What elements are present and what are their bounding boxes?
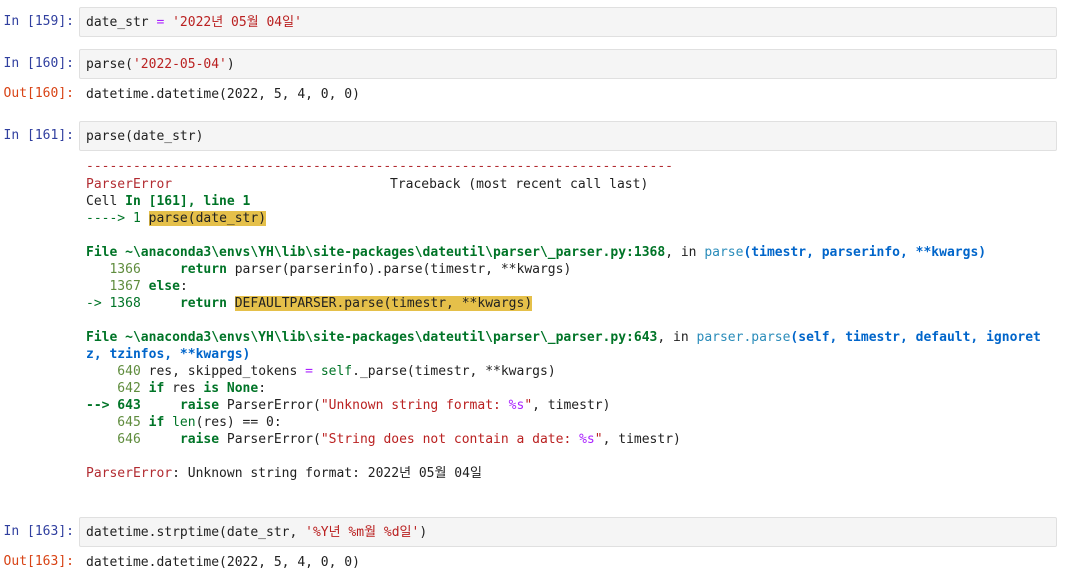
code-line-159: date_str = '2022년 05월 04일' (86, 15, 302, 30)
code-line-161: parse(date_str) (86, 129, 204, 144)
traceback-line-1367: 1367 else: (86, 279, 188, 294)
traceback-line-646: 646 raise ParserError("String does not c… (86, 432, 681, 447)
output-prompt-163: Out[163]: (3, 554, 74, 569)
traceback-frame2-args-wrap: z, tzinfos, **kwargs) (86, 347, 251, 362)
traceback-cell-ref: Cell In [161], line 1 (86, 194, 251, 209)
input-prompt-161: In [161]: (3, 128, 74, 143)
traceback-separator: ----------------------------------------… (86, 159, 673, 174)
output-160: datetime.datetime(2022, 5, 4, 0, 0) (86, 87, 360, 102)
input-prompt-160: In [160]: (3, 56, 74, 71)
output-prompt-160: Out[160]: (3, 86, 74, 101)
input-prompt-159: In [159]: (3, 14, 74, 29)
traceback-arrow-line: ----> 1 parse(date_str) (86, 211, 267, 226)
traceback-frame2: File ~\anaconda3\envs\YH\lib\site-packag… (86, 330, 1041, 345)
code-cell-161[interactable] (79, 121, 1057, 151)
traceback-line-643: --> 643 raise ParserError("Unknown strin… (86, 398, 611, 413)
traceback-line-642: 642 if res is None: (86, 381, 267, 396)
traceback-line-1366: 1366 return parser(parserinfo).parse(tim… (86, 262, 572, 277)
traceback-line-1368: -> 1368 return DEFAULTPARSER.parse(times… (86, 296, 533, 311)
traceback-line-645: 645 if len(res) == 0: (86, 415, 282, 430)
traceback-frame1: File ~\anaconda3\envs\YH\lib\site-packag… (86, 245, 987, 260)
traceback-final-error: ParserError: Unknown string format: 2022… (86, 466, 482, 481)
traceback-header: ParserError Traceback (most recent call l… (86, 177, 649, 192)
code-line-163: datetime.strptime(date_str, '%Y년 %m월 %d일… (86, 525, 428, 540)
output-163: datetime.datetime(2022, 5, 4, 0, 0) (86, 555, 360, 570)
code-line-160: parse('2022-05-04') (86, 57, 235, 72)
traceback-line-640: 640 res, skipped_tokens = self._parse(ti… (86, 364, 556, 379)
input-prompt-163: In [163]: (3, 524, 74, 539)
